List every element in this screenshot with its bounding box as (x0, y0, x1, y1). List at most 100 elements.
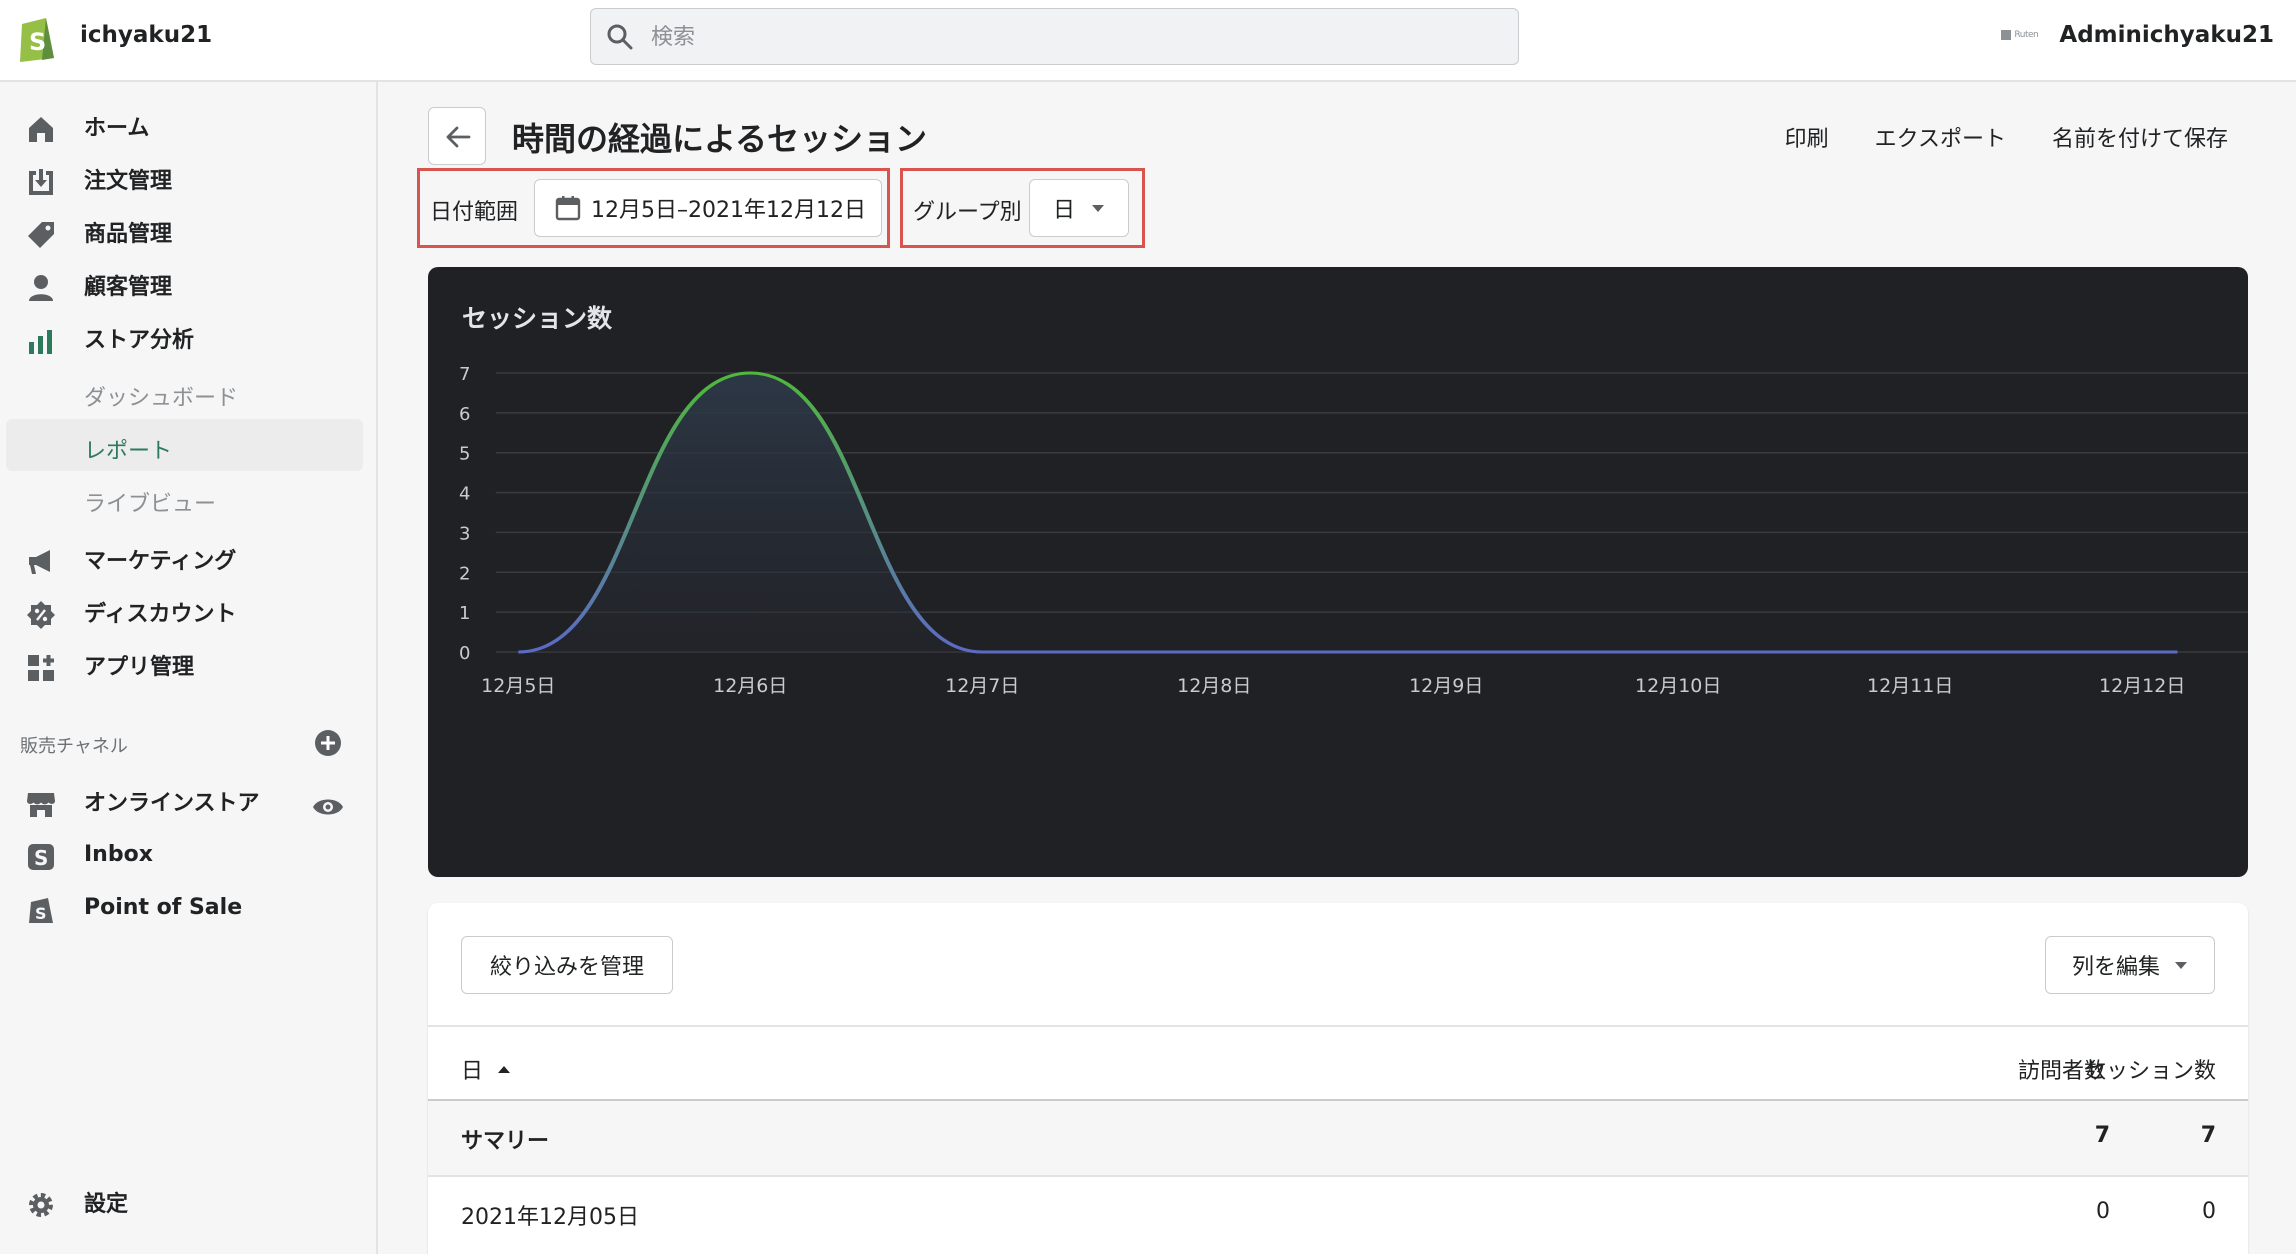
customer-icon (26, 273, 56, 303)
apps-icon (26, 653, 56, 683)
save-as-button[interactable]: 名前を付けて保存 (2052, 121, 2228, 153)
group-by-value: 日 (1052, 198, 1075, 223)
sidebar-subitem-label: ライブビュー (84, 492, 217, 517)
y-tick-label: 7 (459, 364, 470, 385)
group-by-label: グループ別 (913, 200, 1022, 225)
column-header-day-label: 日 (461, 1059, 484, 1084)
sidebar-item-label: 注文管理 (84, 169, 173, 194)
svg-text:S: S (34, 846, 48, 870)
sidebar-subitem-label: ダッシュボード (84, 386, 239, 411)
sessions-chart: セッション数 01234567 12月5日 12月6日 12月7日 12月8日 12月9… (428, 267, 2248, 877)
account-avatar: Ruten (2001, 27, 2049, 43)
report-table-card: 絞り込みを管理 列を編集 日 訪問者数 セッション数 サマリー 7 7 2021… (428, 903, 2248, 1254)
top-bar: S ichyaku21 Ruten Adminichyaku21 (0, 0, 2296, 82)
sidebar-item-marketing[interactable]: マーケティング (0, 537, 378, 581)
table-row: 2021年12月05日 0 0 (428, 1177, 2248, 1251)
add-channel-icon[interactable] (313, 728, 343, 758)
manage-filters-button[interactable]: 絞り込みを管理 (461, 936, 673, 994)
sidebar-item-label: ホーム (84, 116, 150, 141)
date-range-value: 12月5日–2021年12月12日 (591, 198, 866, 223)
search-input[interactable] (651, 19, 1491, 55)
x-tick-label: 12月7日 (945, 675, 1019, 697)
shopify-logo-icon[interactable]: S (16, 14, 58, 62)
search-icon (607, 24, 633, 50)
caret-down-icon (1092, 204, 1104, 212)
series-area (518, 373, 2178, 652)
sidebar-subitem-reports[interactable]: レポート (6, 419, 363, 471)
sidebar-item-label: オンラインストア (84, 791, 260, 816)
account-name: Adminichyaku21 (2059, 22, 2274, 48)
caret-down-icon (2175, 961, 2187, 969)
sidebar: ホーム 注文管理 商品管理 顧客管理 ストア分析 ダッシュボード レポート ライ… (0, 82, 378, 1254)
sidebar-item-settings[interactable]: 設定 (0, 1180, 378, 1224)
sidebar-item-label: マーケティング (84, 549, 237, 574)
sidebar-item-orders[interactable]: 注文管理 (0, 157, 378, 201)
x-tick-label: 12月5日 (481, 675, 555, 697)
tag-icon (26, 220, 56, 250)
y-tick-label: 1 (459, 603, 470, 624)
search-bar[interactable] (590, 8, 1519, 65)
view-store-eye-icon[interactable] (312, 794, 344, 820)
sidebar-item-products[interactable]: 商品管理 (0, 210, 378, 254)
column-header-day[interactable]: 日 (461, 1053, 511, 1085)
sidebar-item-discounts[interactable]: ディスカウント (0, 590, 378, 634)
sidebar-item-home[interactable]: ホーム (0, 104, 378, 148)
y-tick-label: 2 (459, 563, 470, 584)
sales-channels-heading: 販売チャネル (20, 736, 128, 757)
sidebar-item-customers[interactable]: 顧客管理 (0, 263, 378, 307)
orders-icon (26, 167, 56, 197)
store-name[interactable]: ichyaku21 (80, 22, 212, 48)
arrow-left-icon (446, 126, 471, 148)
y-tick-label: 6 (459, 404, 470, 425)
gear-icon (26, 1190, 56, 1220)
sidebar-subitem-label: レポート (84, 439, 173, 464)
y-tick-label: 4 (459, 484, 470, 505)
x-tick-label: 12月9日 (1409, 675, 1483, 697)
sidebar-item-label: アプリ管理 (84, 655, 195, 680)
chart-plot: 0 1 2 3 4 5 6 7 12月5日 12月6日 12月7日 12月8日 12月9日 12月10日… (459, 364, 2248, 697)
pos-icon: S (26, 895, 56, 925)
sidebar-item-point-of-sale[interactable]: S Point of Sale (0, 885, 378, 929)
row-sessions: 0 (2202, 1199, 2216, 1224)
date-range-filter: 日付範囲 12月5日–2021年12月12日 (417, 168, 890, 248)
sidebar-item-label: 商品管理 (84, 222, 173, 247)
home-icon (26, 114, 56, 144)
discount-icon (26, 600, 56, 630)
date-range-button[interactable]: 12月5日–2021年12月12日 (534, 179, 882, 237)
sidebar-item-apps[interactable]: アプリ管理 (0, 643, 378, 687)
avatar-text: Ruten (2014, 30, 2039, 40)
y-tick-label: 5 (459, 444, 470, 465)
sidebar-item-label: 設定 (84, 1192, 129, 1217)
sidebar-item-analytics[interactable]: ストア分析 (0, 316, 378, 360)
megaphone-icon (26, 547, 56, 577)
sort-ascending-icon (498, 1065, 511, 1073)
y-tick-label: 3 (459, 523, 470, 544)
column-header-sessions[interactable]: セッション数 (1988, 1053, 2216, 1085)
row-day: 2021年12月05日 (461, 1205, 639, 1230)
summary-label: サマリー (461, 1129, 550, 1154)
sidebar-item-label: Point of Sale (84, 894, 243, 920)
sidebar-subitem-live-view[interactable]: ライブビュー (6, 472, 363, 524)
sidebar-item-label: Inbox (84, 841, 153, 867)
page-title: 時間の経過によるセッション (512, 120, 928, 158)
x-tick-label: 12月10日 (1635, 675, 1721, 697)
y-tick-label: 0 (459, 643, 470, 664)
summary-sessions: 7 (2200, 1123, 2216, 1148)
sidebar-subitem-dashboard[interactable]: ダッシュボード (6, 366, 363, 418)
group-by-select[interactable]: 日 (1029, 179, 1129, 237)
x-tick-label: 12月6日 (713, 675, 787, 697)
group-by-filter: グループ別 日 (900, 168, 1145, 248)
export-button[interactable]: エクスポート (1875, 121, 2006, 153)
print-button[interactable]: 印刷 (1785, 121, 1829, 153)
x-tick-label: 12月8日 (1177, 675, 1251, 697)
back-button[interactable] (428, 107, 486, 165)
summary-row: サマリー 7 7 (428, 1101, 2248, 1175)
sidebar-item-label: 顧客管理 (84, 275, 173, 300)
svg-text:S: S (35, 904, 47, 923)
calendar-icon (555, 196, 581, 221)
svg-text:S: S (29, 28, 46, 56)
edit-columns-button[interactable]: 列を編集 (2045, 936, 2215, 994)
inbox-icon: S (26, 842, 56, 872)
account-menu[interactable]: Ruten Adminichyaku21 (2001, 22, 2274, 48)
sidebar-item-inbox[interactable]: S Inbox (0, 832, 378, 876)
